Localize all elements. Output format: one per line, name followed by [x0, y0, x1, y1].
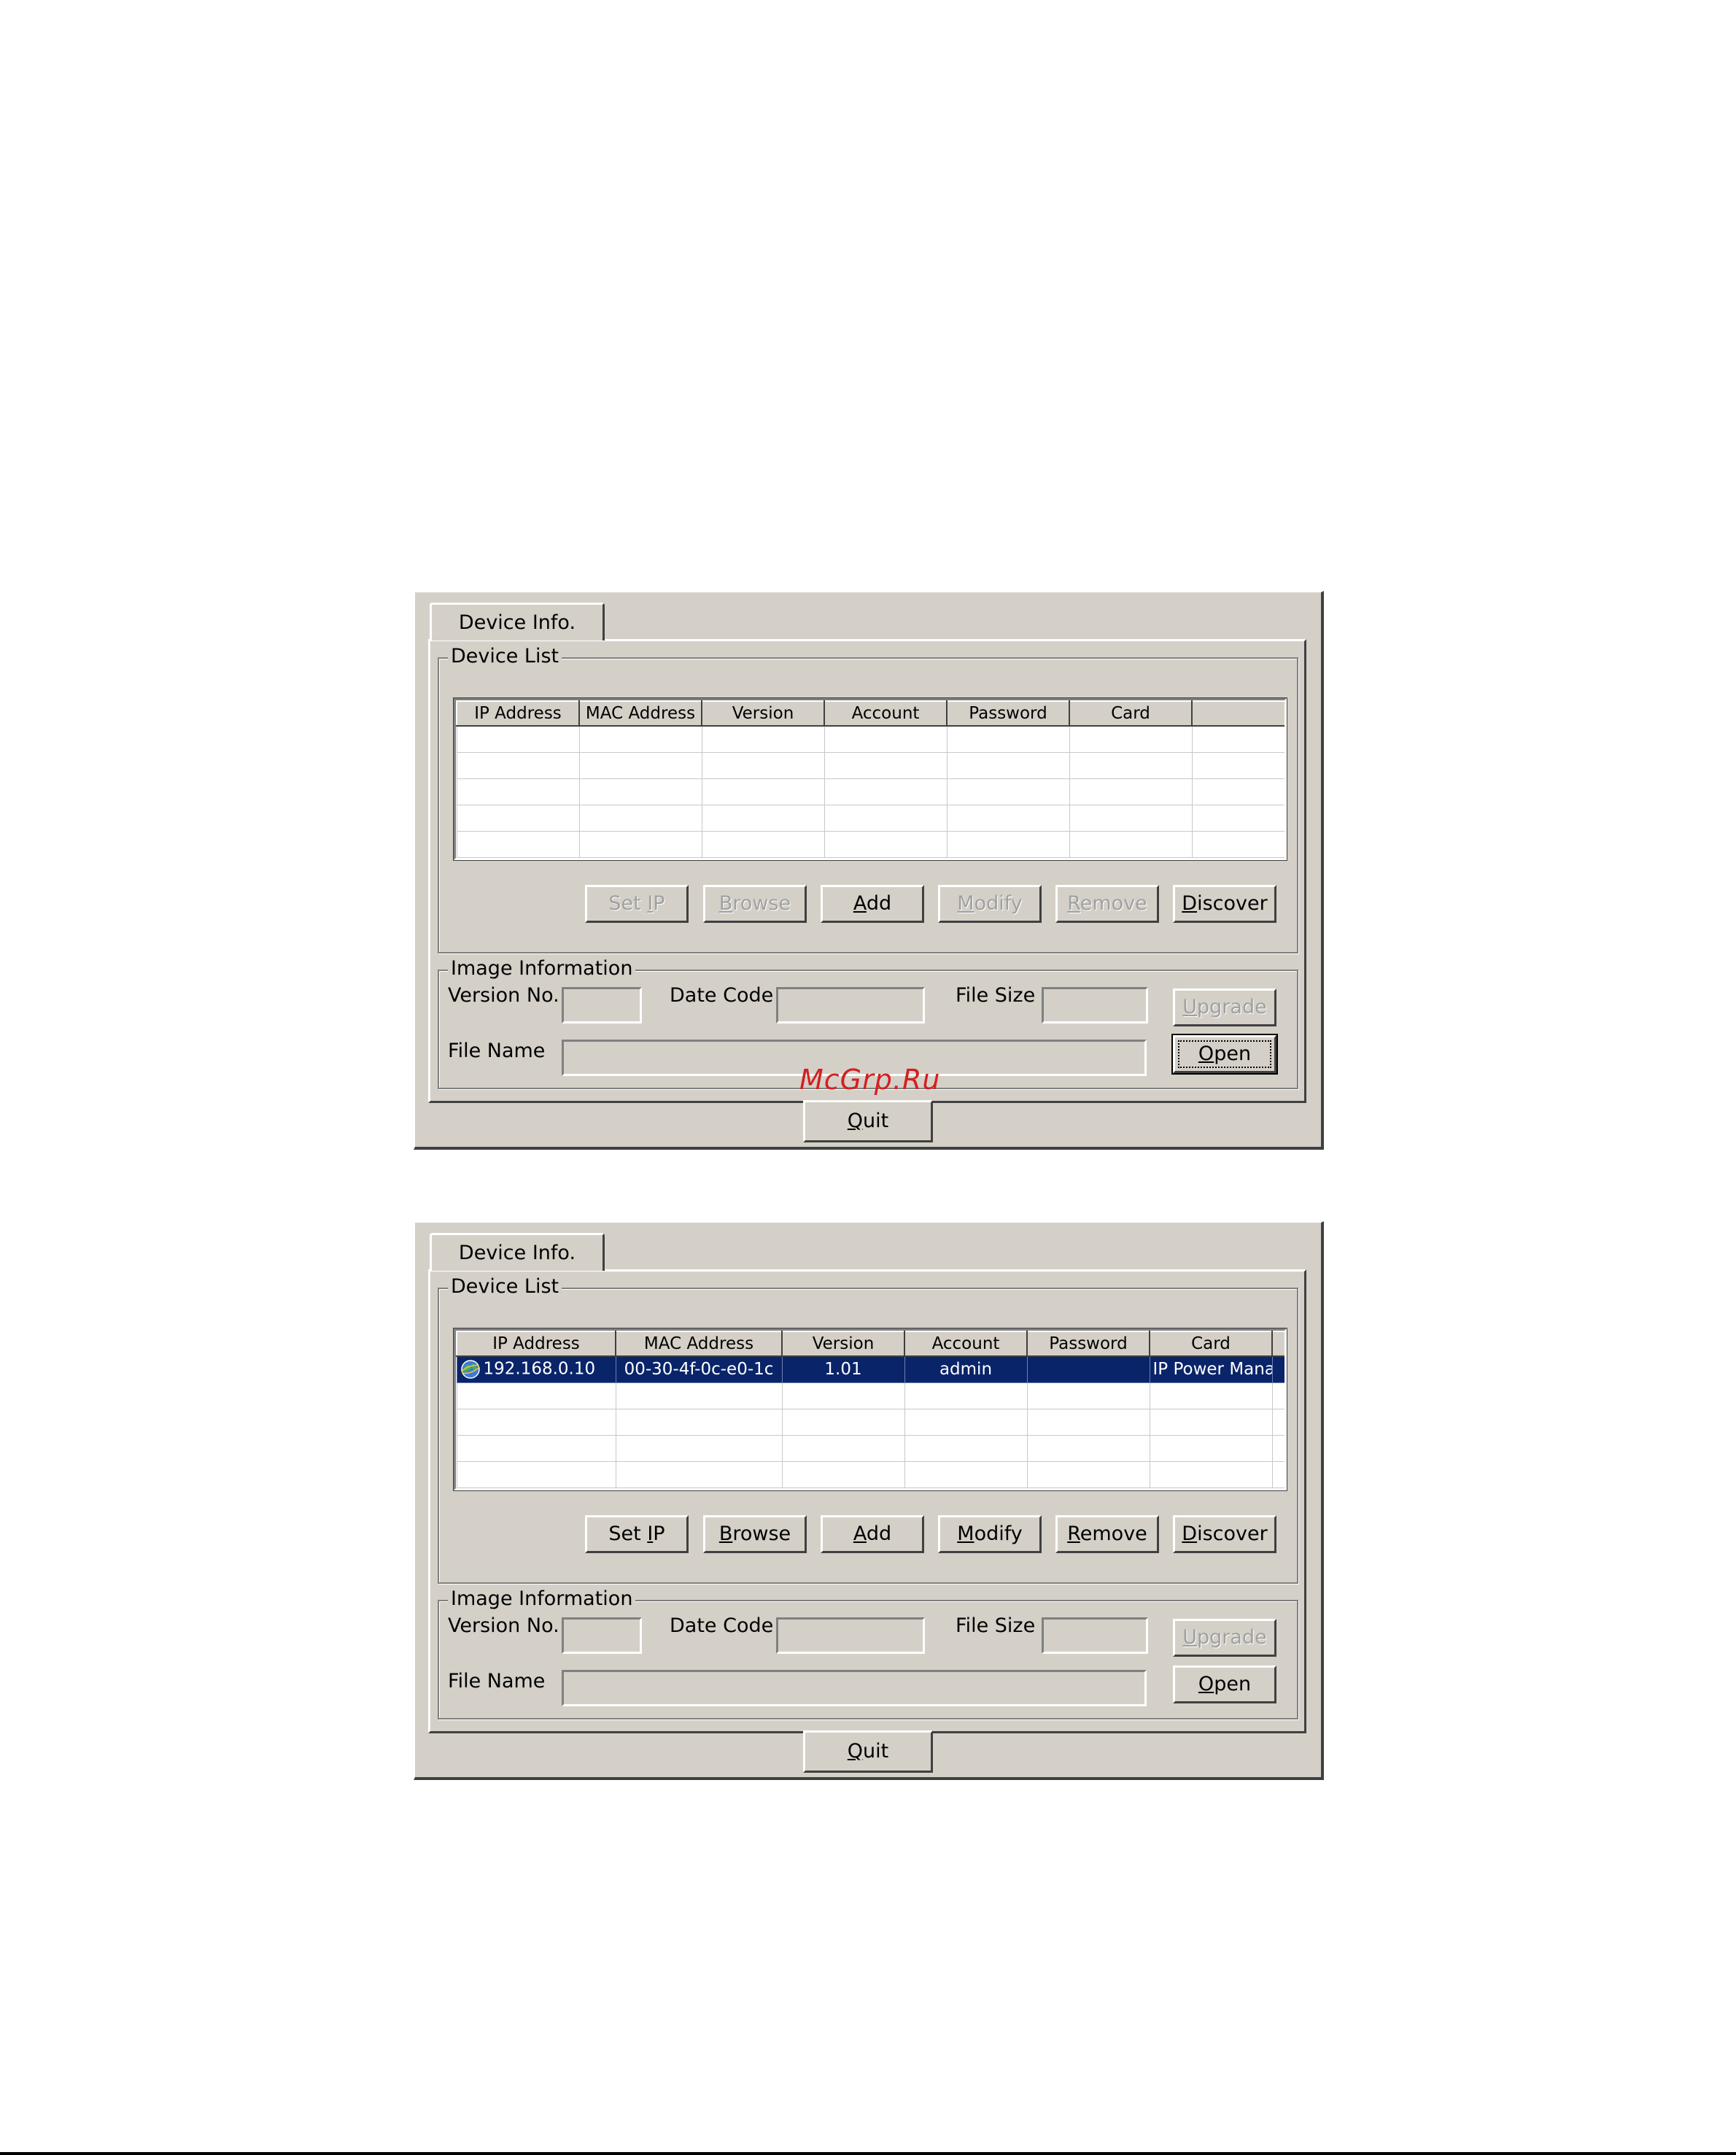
cell-ip-address: 192.168.0.10: [456, 1355, 616, 1383]
cell-password: [1026, 1355, 1150, 1383]
upgrade-button[interactable]: Upgrade: [1173, 988, 1276, 1026]
table-row: [456, 1460, 1284, 1488]
column-header-mac-address[interactable]: MAC Address: [578, 700, 702, 727]
discover-button[interactable]: Discover: [1173, 885, 1276, 923]
browse-button[interactable]: Browse: [703, 1515, 807, 1553]
table-row: [456, 751, 1284, 779]
add-button[interactable]: Add: [821, 885, 924, 923]
image-information-group: Image Information Version No. Date Code …: [438, 1588, 1298, 1719]
file-size-field: [1042, 987, 1148, 1024]
file-size-label: File Size: [956, 984, 1036, 1007]
dialog-with-device: Device Info. Device List IP Address MAC …: [414, 1221, 1324, 1780]
column-header-ip-address[interactable]: IP Address: [456, 1331, 616, 1357]
date-code-label: Date Code: [670, 1614, 774, 1637]
cell-filler: [1271, 1355, 1284, 1383]
device-list-view[interactable]: IP Address MAC Address Version Account P…: [453, 697, 1287, 861]
version-no-field: [562, 987, 642, 1024]
page: { "labels": { "tab": "Device Info.", "de…: [0, 0, 1736, 2155]
watermark-text: McGrp.Ru: [799, 1064, 941, 1096]
column-header-ip-address[interactable]: IP Address: [456, 700, 580, 727]
device-list-title: Device List: [448, 646, 562, 668]
column-header-password[interactable]: Password: [1026, 1331, 1150, 1357]
date-code-field: [776, 987, 925, 1024]
file-name-label: File Name: [448, 1040, 546, 1062]
file-name-label: File Name: [448, 1670, 546, 1692]
table-row: [456, 778, 1284, 805]
image-information-title: Image Information: [448, 958, 636, 980]
set-ip-button[interactable]: Set IP: [585, 1515, 689, 1553]
device-list-group: Device List IP Address MAC Address Versi…: [438, 1276, 1298, 1584]
file-size-label: File Size: [956, 1614, 1036, 1637]
column-header-card[interactable]: Card: [1069, 700, 1193, 727]
column-header-mac-address[interactable]: MAC Address: [615, 1331, 783, 1357]
version-no-label: Version No.: [448, 1614, 559, 1637]
column-header-account[interactable]: Account: [824, 700, 948, 727]
upgrade-button[interactable]: Upgrade: [1173, 1619, 1276, 1657]
cell-account: admin: [904, 1355, 1028, 1383]
column-header-password[interactable]: Password: [946, 700, 1070, 727]
file-name-field[interactable]: [562, 1670, 1147, 1706]
remove-button[interactable]: Remove: [1055, 1515, 1159, 1553]
device-list-view[interactable]: IP Address MAC Address Version Account P…: [453, 1328, 1287, 1491]
table-row: [456, 1434, 1284, 1462]
file-size-field: [1042, 1617, 1148, 1654]
quit-button[interactable]: Quit: [803, 1100, 933, 1142]
page-footer-rule: [0, 2152, 1736, 2155]
globe-icon: [460, 1360, 480, 1379]
quit-button[interactable]: Quit: [803, 1730, 933, 1773]
modify-button[interactable]: Modify: [938, 1515, 1042, 1553]
table-row: [456, 1408, 1284, 1436]
version-no-field: [562, 1617, 642, 1654]
open-button[interactable]: Open: [1173, 1665, 1276, 1703]
device-list-title: Device List: [448, 1276, 562, 1298]
table-row: [456, 725, 1284, 753]
tab-panel: Device List IP Address MAC Address Versi…: [428, 1269, 1306, 1733]
image-information-title: Image Information: [448, 1588, 636, 1610]
column-header-account[interactable]: Account: [904, 1331, 1028, 1357]
column-header-filler: [1191, 700, 1284, 727]
set-ip-button[interactable]: Set IP: [585, 885, 689, 923]
cell-mac-address: 00-30-4f-0c-e0-1c: [615, 1355, 783, 1383]
column-header-filler: [1271, 1331, 1284, 1357]
remove-button[interactable]: Remove: [1055, 885, 1159, 923]
cell-version: 1.01: [781, 1355, 905, 1383]
table-row: [456, 830, 1284, 858]
column-header-version[interactable]: Version: [701, 700, 825, 727]
ip-address-value: 192.168.0.10: [483, 1359, 596, 1379]
tab-device-info[interactable]: Device Info.: [430, 1233, 605, 1271]
list-header: IP Address MAC Address Version Account P…: [456, 700, 1284, 727]
browse-button[interactable]: Browse: [703, 885, 807, 923]
list-header: IP Address MAC Address Version Account P…: [456, 1331, 1284, 1357]
table-row-selected[interactable]: 192.168.0.10 00-30-4f-0c-e0-1c 1.01 admi…: [456, 1355, 1284, 1383]
column-header-card[interactable]: Card: [1149, 1331, 1273, 1357]
date-code-field: [776, 1617, 925, 1654]
tab-device-info[interactable]: Device Info.: [430, 603, 605, 641]
table-row: [456, 804, 1284, 832]
tab-panel: Device List IP Address MAC Address Versi…: [428, 639, 1306, 1103]
column-header-version[interactable]: Version: [781, 1331, 905, 1357]
cell-card: IP Power Manag: [1149, 1355, 1273, 1383]
version-no-label: Version No.: [448, 984, 559, 1007]
date-code-label: Date Code: [670, 984, 774, 1007]
table-row: [456, 1382, 1284, 1409]
discover-button[interactable]: Discover: [1173, 1515, 1276, 1553]
open-button[interactable]: Open: [1171, 1034, 1278, 1075]
add-button[interactable]: Add: [821, 1515, 924, 1553]
modify-button[interactable]: Modify: [938, 885, 1042, 923]
device-list-group: Device List IP Address MAC Address Versi…: [438, 646, 1298, 953]
